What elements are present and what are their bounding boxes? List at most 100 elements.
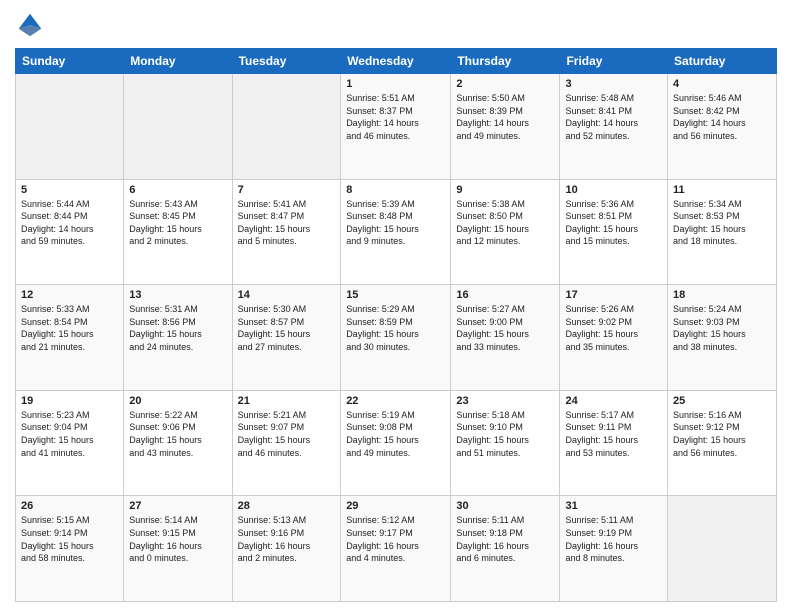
day-info: Sunrise: 5:48 AM Sunset: 8:41 PM Dayligh… <box>565 92 662 142</box>
day-number: 8 <box>346 184 445 196</box>
day-cell: 16 Sunrise: 5:27 AM Sunset: 9:00 PM Dayli… <box>451 285 560 391</box>
day-number: 24 <box>565 395 662 407</box>
day-header-wednesday: Wednesday <box>341 49 451 74</box>
header-row: SundayMondayTuesdayWednesdayThursdayFrid… <box>16 49 777 74</box>
day-number: 6 <box>129 184 226 196</box>
day-cell: 12 Sunrise: 5:33 AM Sunset: 8:54 PM Dayli… <box>16 285 124 391</box>
day-number: 4 <box>673 78 771 90</box>
day-header-tuesday: Tuesday <box>232 49 341 74</box>
day-info: Sunrise: 5:38 AM Sunset: 8:50 PM Dayligh… <box>456 198 554 248</box>
day-number: 25 <box>673 395 771 407</box>
day-info: Sunrise: 5:11 AM Sunset: 9:18 PM Dayligh… <box>456 514 554 564</box>
day-info: Sunrise: 5:24 AM Sunset: 9:03 PM Dayligh… <box>673 303 771 353</box>
day-info: Sunrise: 5:33 AM Sunset: 8:54 PM Dayligh… <box>21 303 118 353</box>
day-header-friday: Friday <box>560 49 668 74</box>
header <box>15 10 777 40</box>
day-number: 31 <box>565 500 662 512</box>
day-number: 11 <box>673 184 771 196</box>
day-cell: 14 Sunrise: 5:30 AM Sunset: 8:57 PM Dayli… <box>232 285 341 391</box>
day-number: 26 <box>21 500 118 512</box>
week-row-4: 19 Sunrise: 5:23 AM Sunset: 9:04 PM Dayli… <box>16 390 777 496</box>
day-cell: 29 Sunrise: 5:12 AM Sunset: 9:17 PM Dayli… <box>341 496 451 602</box>
day-cell: 9Sunrise: 5:38 AM Sunset: 8:50 PM Daylig… <box>451 179 560 285</box>
day-cell: 27Sunrise: 5:14 AM Sunset: 9:15 PM Dayli… <box>124 496 232 602</box>
week-row-1: 1 Sunrise: 5:51 AM Sunset: 8:37 PM Daylig… <box>16 74 777 180</box>
day-cell: 25 Sunrise: 5:16 AM Sunset: 9:12 PM Dayli… <box>668 390 777 496</box>
day-info: Sunrise: 5:30 AM Sunset: 8:57 PM Dayligh… <box>238 303 336 353</box>
week-row-5: 26Sunrise: 5:15 AM Sunset: 9:14 PM Dayli… <box>16 496 777 602</box>
day-number: 30 <box>456 500 554 512</box>
day-info: Sunrise: 5:19 AM Sunset: 9:08 PM Dayligh… <box>346 409 445 459</box>
day-cell: 30 Sunrise: 5:11 AM Sunset: 9:18 PM Dayli… <box>451 496 560 602</box>
day-info: Sunrise: 5:21 AM Sunset: 9:07 PM Dayligh… <box>238 409 336 459</box>
day-number: 15 <box>346 289 445 301</box>
page: SundayMondayTuesdayWednesdayThursdayFrid… <box>0 0 792 612</box>
day-info: Sunrise: 5:17 AM Sunset: 9:11 PM Dayligh… <box>565 409 662 459</box>
day-info: Sunrise: 5:50 AM Sunset: 8:39 PM Dayligh… <box>456 92 554 142</box>
calendar-body: 1 Sunrise: 5:51 AM Sunset: 8:37 PM Daylig… <box>16 74 777 602</box>
day-cell <box>16 74 124 180</box>
day-cell: 31Sunrise: 5:11 AM Sunset: 9:19 PM Dayli… <box>560 496 668 602</box>
day-number: 18 <box>673 289 771 301</box>
day-cell: 19 Sunrise: 5:23 AM Sunset: 9:04 PM Dayli… <box>16 390 124 496</box>
day-info: Sunrise: 5:43 AM Sunset: 8:45 PM Dayligh… <box>129 198 226 248</box>
calendar-header: SundayMondayTuesdayWednesdayThursdayFrid… <box>16 49 777 74</box>
day-info: Sunrise: 5:16 AM Sunset: 9:12 PM Dayligh… <box>673 409 771 459</box>
day-number: 12 <box>21 289 118 301</box>
day-number: 5 <box>21 184 118 196</box>
day-cell: 6 Sunrise: 5:43 AM Sunset: 8:45 PM Daylig… <box>124 179 232 285</box>
day-cell: 5 Sunrise: 5:44 AM Sunset: 8:44 PM Daylig… <box>16 179 124 285</box>
day-number: 27 <box>129 500 226 512</box>
day-info: Sunrise: 5:29 AM Sunset: 8:59 PM Dayligh… <box>346 303 445 353</box>
day-cell <box>232 74 341 180</box>
day-number: 16 <box>456 289 554 301</box>
day-info: Sunrise: 5:26 AM Sunset: 9:02 PM Dayligh… <box>565 303 662 353</box>
day-cell: 21Sunrise: 5:21 AM Sunset: 9:07 PM Dayli… <box>232 390 341 496</box>
day-cell: 23 Sunrise: 5:18 AM Sunset: 9:10 PM Dayli… <box>451 390 560 496</box>
day-cell: 1 Sunrise: 5:51 AM Sunset: 8:37 PM Daylig… <box>341 74 451 180</box>
day-number: 13 <box>129 289 226 301</box>
day-number: 1 <box>346 78 445 90</box>
day-number: 17 <box>565 289 662 301</box>
day-cell: 10Sunrise: 5:36 AM Sunset: 8:51 PM Dayli… <box>560 179 668 285</box>
day-number: 23 <box>456 395 554 407</box>
day-number: 19 <box>21 395 118 407</box>
day-info: Sunrise: 5:27 AM Sunset: 9:00 PM Dayligh… <box>456 303 554 353</box>
day-cell: 24 Sunrise: 5:17 AM Sunset: 9:11 PM Dayli… <box>560 390 668 496</box>
day-cell: 18 Sunrise: 5:24 AM Sunset: 9:03 PM Dayli… <box>668 285 777 391</box>
day-cell <box>124 74 232 180</box>
day-cell: 26Sunrise: 5:15 AM Sunset: 9:14 PM Dayli… <box>16 496 124 602</box>
day-info: Sunrise: 5:34 AM Sunset: 8:53 PM Dayligh… <box>673 198 771 248</box>
day-info: Sunrise: 5:46 AM Sunset: 8:42 PM Dayligh… <box>673 92 771 142</box>
day-info: Sunrise: 5:13 AM Sunset: 9:16 PM Dayligh… <box>238 514 336 564</box>
day-info: Sunrise: 5:23 AM Sunset: 9:04 PM Dayligh… <box>21 409 118 459</box>
logo <box>15 10 49 40</box>
day-cell: 20Sunrise: 5:22 AM Sunset: 9:06 PM Dayli… <box>124 390 232 496</box>
day-cell: 3 Sunrise: 5:48 AM Sunset: 8:41 PM Daylig… <box>560 74 668 180</box>
day-info: Sunrise: 5:22 AM Sunset: 9:06 PM Dayligh… <box>129 409 226 459</box>
logo-icon <box>15 10 45 40</box>
calendar-table: SundayMondayTuesdayWednesdayThursdayFrid… <box>15 48 777 602</box>
day-info: Sunrise: 5:44 AM Sunset: 8:44 PM Dayligh… <box>21 198 118 248</box>
day-cell <box>668 496 777 602</box>
day-info: Sunrise: 5:41 AM Sunset: 8:47 PM Dayligh… <box>238 198 336 248</box>
day-info: Sunrise: 5:36 AM Sunset: 8:51 PM Dayligh… <box>565 198 662 248</box>
day-info: Sunrise: 5:51 AM Sunset: 8:37 PM Dayligh… <box>346 92 445 142</box>
day-cell: 28 Sunrise: 5:13 AM Sunset: 9:16 PM Dayli… <box>232 496 341 602</box>
day-number: 29 <box>346 500 445 512</box>
week-row-3: 12 Sunrise: 5:33 AM Sunset: 8:54 PM Dayli… <box>16 285 777 391</box>
day-number: 28 <box>238 500 336 512</box>
day-cell: 2 Sunrise: 5:50 AM Sunset: 8:39 PM Daylig… <box>451 74 560 180</box>
day-number: 22 <box>346 395 445 407</box>
day-info: Sunrise: 5:18 AM Sunset: 9:10 PM Dayligh… <box>456 409 554 459</box>
day-info: Sunrise: 5:12 AM Sunset: 9:17 PM Dayligh… <box>346 514 445 564</box>
day-cell: 7Sunrise: 5:41 AM Sunset: 8:47 PM Daylig… <box>232 179 341 285</box>
day-header-monday: Monday <box>124 49 232 74</box>
day-info: Sunrise: 5:39 AM Sunset: 8:48 PM Dayligh… <box>346 198 445 248</box>
day-info: Sunrise: 5:31 AM Sunset: 8:56 PM Dayligh… <box>129 303 226 353</box>
day-number: 14 <box>238 289 336 301</box>
day-cell: 11 Sunrise: 5:34 AM Sunset: 8:53 PM Dayli… <box>668 179 777 285</box>
day-number: 3 <box>565 78 662 90</box>
day-header-saturday: Saturday <box>668 49 777 74</box>
day-number: 2 <box>456 78 554 90</box>
